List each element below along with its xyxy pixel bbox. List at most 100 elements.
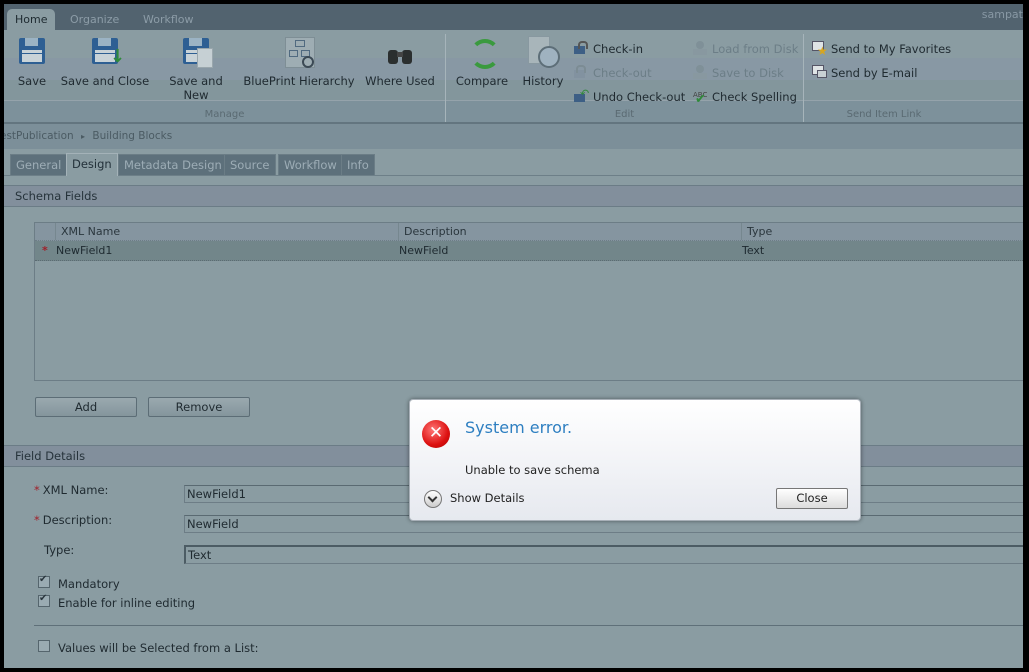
tab-metadata-design[interactable]: Metadata Design (118, 154, 228, 175)
tab-workflow[interactable]: Workflow (278, 154, 343, 175)
check-in-icon (574, 41, 589, 55)
undo-check-out-label: Undo Check-out (593, 90, 686, 104)
field-details-title: Field Details (15, 449, 86, 463)
ribbon-tab-home[interactable]: Home (7, 9, 56, 30)
undo-check-out-button[interactable]: ↶ Undo Check-out (574, 88, 685, 106)
check-out-label: Check-out (593, 66, 652, 80)
compare-icon (467, 36, 500, 69)
ribbon-group-send-item-link: ★ Send to My Favorites Send by E-mail Sen… (804, 30, 964, 122)
save-and-close-label: Save and Close (60, 74, 150, 88)
breadcrumb-item-publication[interactable]: estPublication (4, 130, 74, 142)
values-from-list-label: Values will be Selected from a List: (58, 641, 259, 655)
tab-design[interactable]: Design (66, 153, 118, 176)
type-select[interactable]: Text (184, 545, 1023, 564)
xml-name-label: * XML Name: (34, 483, 108, 497)
check-in-button[interactable]: Check-in (574, 40, 643, 58)
description-label-text: Description: (42, 513, 113, 527)
cell-description: NewField (399, 244, 449, 257)
save-close-icon: ↓ (90, 36, 125, 68)
description-label: * Description: (34, 513, 112, 527)
inline-editing-label: Enable for inline editing (58, 596, 196, 610)
send-to-favorites-button[interactable]: ★ Send to My Favorites (812, 40, 951, 58)
check-out-icon (574, 65, 589, 79)
mandatory-checkbox[interactable] (38, 574, 50, 588)
ribbon-tab-workflow[interactable]: Workflow (135, 9, 202, 30)
add-button[interactable]: Add (35, 397, 137, 417)
required-star-icon: * (34, 483, 40, 497)
required-star-icon: * (34, 513, 40, 527)
divider (34, 625, 1023, 626)
blueprint-hierarchy-button[interactable]: BluePrint Hierarchy (242, 36, 356, 88)
save-and-new-button[interactable]: Save and New (164, 36, 228, 102)
tab-source[interactable]: Source (224, 154, 276, 175)
column-header-type[interactable]: Type (741, 223, 1023, 240)
remove-button[interactable]: Remove (148, 397, 250, 417)
save-button[interactable]: Save (12, 36, 52, 88)
save-to-disk-icon (693, 65, 708, 79)
xml-name-label-text: XML Name: (42, 483, 109, 497)
inline-editing-checkbox[interactable] (38, 593, 50, 607)
save-to-disk-label: Save to Disk (712, 66, 784, 80)
check-spelling-button[interactable]: ABC ✔ Check Spelling (693, 88, 797, 107)
type-label: Type: (44, 543, 75, 557)
check-in-label: Check-in (593, 42, 644, 56)
send-by-email-button[interactable]: Send by E-mail (812, 64, 917, 82)
history-icon (528, 36, 560, 68)
binoculars-icon (385, 36, 415, 68)
edit-group-label: Edit (614, 109, 635, 120)
favorites-star-icon: ★ (812, 41, 828, 58)
schema-fields-header: Schema Fields (4, 185, 1023, 207)
where-used-label: Where Used (365, 74, 435, 88)
history-label: History (522, 74, 564, 88)
column-header-description[interactable]: Description (398, 223, 742, 240)
app-window: Home Organize Workflow sampat Save ↓ Sav… (4, 4, 1023, 668)
blueprint-hierarchy-icon (284, 36, 315, 68)
show-details-link[interactable]: Show Details (450, 491, 525, 505)
history-button[interactable]: History (518, 36, 568, 88)
schema-fields-grid: XML Name Description Type * NewField1 Ne… (34, 222, 1023, 381)
column-header-xml-name[interactable]: XML Name (55, 223, 399, 240)
grid-header: XML Name Description Type (35, 223, 1023, 241)
check-spelling-icon: ABC ✔ (693, 91, 708, 107)
send-to-favorites-label: Send to My Favorites (831, 42, 952, 56)
values-from-list-checkbox[interactable] (38, 640, 50, 652)
compare-label: Compare (455, 74, 509, 88)
page-tabs: General Design Metadata Design Source Wo… (4, 149, 1023, 176)
save-label: Save (17, 74, 47, 88)
send-by-email-label: Send by E-mail (831, 66, 918, 80)
ribbon: Save ↓ Save and Close Save and New BlueP… (4, 30, 1023, 123)
ribbon-tab-bar: Home Organize Workflow sampat (4, 4, 1023, 30)
save-and-close-button[interactable]: ↓ Save and Close (56, 36, 154, 88)
check-spelling-label: Check Spelling (712, 90, 797, 104)
load-from-disk-icon (693, 41, 708, 55)
ribbon-tab-organize[interactable]: Organize (62, 9, 127, 30)
tab-general[interactable]: General (10, 154, 68, 175)
dialog-title: System error. (465, 418, 573, 437)
dialog-message: Unable to save schema (465, 463, 600, 477)
send-item-link-group-label: Send Item Link (846, 109, 922, 120)
cell-xml-name: NewField1 (56, 244, 113, 257)
save-and-new-label-line2: New (183, 88, 209, 102)
user-name: sampat (981, 8, 1023, 21)
load-from-disk-button[interactable]: Load from Disk (693, 40, 798, 58)
cell-type: Text (742, 244, 765, 257)
check-out-button[interactable]: Check-out (574, 64, 652, 82)
blueprint-hierarchy-label: BluePrint Hierarchy (243, 74, 355, 88)
error-icon (422, 420, 450, 448)
breadcrumb-item-building-blocks[interactable]: Building Blocks (92, 130, 172, 142)
save-to-disk-button[interactable]: Save to Disk (693, 64, 784, 82)
where-used-button[interactable]: Where Used (364, 36, 436, 88)
manage-group-label: Manage (204, 109, 245, 120)
table-row[interactable]: * NewField1 NewField Text (35, 241, 1023, 261)
save-new-icon (181, 36, 213, 68)
breadcrumb-separator-icon: ▸ (81, 132, 86, 141)
schema-fields-title: Schema Fields (15, 189, 98, 203)
compare-button[interactable]: Compare (454, 36, 510, 88)
system-error-dialog: System error. Unable to save schema Show… (409, 399, 861, 521)
email-icon (812, 65, 827, 79)
save-icon (17, 36, 47, 68)
save-and-new-label: Save and (169, 74, 223, 88)
tab-info[interactable]: Info (341, 154, 375, 175)
close-button[interactable]: Close (776, 488, 848, 509)
chevron-down-icon[interactable] (424, 490, 442, 508)
